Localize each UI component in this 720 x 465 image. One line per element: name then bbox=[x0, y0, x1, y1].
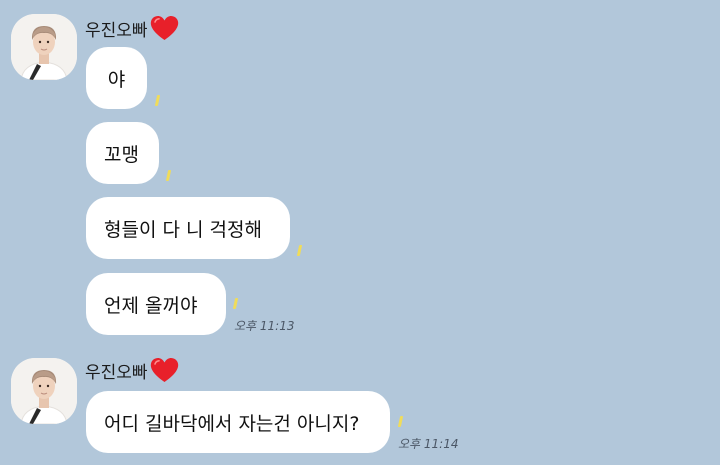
message-bubble[interactable]: 어디 길바닥에서 자는건 아니지? bbox=[86, 391, 390, 453]
message-timestamp: 오후 11:14 bbox=[398, 437, 459, 451]
sender-name: 우진오빠 bbox=[85, 14, 180, 42]
message-text: 야 bbox=[107, 68, 126, 91]
message-bubble[interactable]: 언제 올꺼야 bbox=[86, 273, 226, 335]
read-mark bbox=[397, 416, 404, 427]
avatar[interactable] bbox=[11, 358, 77, 424]
message-timestamp: 오후 11:13 bbox=[234, 319, 295, 333]
read-mark bbox=[165, 170, 172, 181]
chat-room: 우진오빠 야 꼬맹 형들이 다 니 걱정해 언제 올꺼야 오후 11:13 우진… bbox=[0, 0, 720, 465]
message-bubble[interactable]: 형들이 다 니 걱정해 bbox=[86, 197, 290, 259]
sender-name: 우진오빠 bbox=[85, 356, 180, 384]
message-group: 우진오빠 어디 길바닥에서 자는건 아니지? 오후 11:14 bbox=[0, 356, 720, 465]
read-mark bbox=[232, 298, 239, 309]
profile-photo-icon bbox=[11, 358, 77, 424]
message-text: 어디 길바닥에서 자는건 아니지? bbox=[104, 412, 360, 435]
message-text: 언제 올꺼야 bbox=[104, 294, 198, 317]
message-text: 꼬맹 bbox=[104, 143, 139, 166]
profile-photo-icon bbox=[11, 14, 77, 80]
sender-name-label: 우진오빠 bbox=[85, 362, 148, 383]
heart-icon bbox=[149, 356, 180, 384]
heart-icon bbox=[149, 14, 180, 42]
message-text: 형들이 다 니 걱정해 bbox=[104, 218, 262, 241]
message-bubble[interactable]: 꼬맹 bbox=[86, 122, 159, 184]
avatar[interactable] bbox=[11, 14, 77, 80]
sender-name-label: 우진오빠 bbox=[85, 20, 148, 41]
read-mark bbox=[154, 95, 161, 106]
message-group: 우진오빠 야 꼬맹 형들이 다 니 걱정해 언제 올꺼야 오후 11:13 bbox=[0, 0, 720, 340]
message-bubble[interactable]: 야 bbox=[86, 47, 147, 109]
read-mark bbox=[296, 245, 303, 256]
